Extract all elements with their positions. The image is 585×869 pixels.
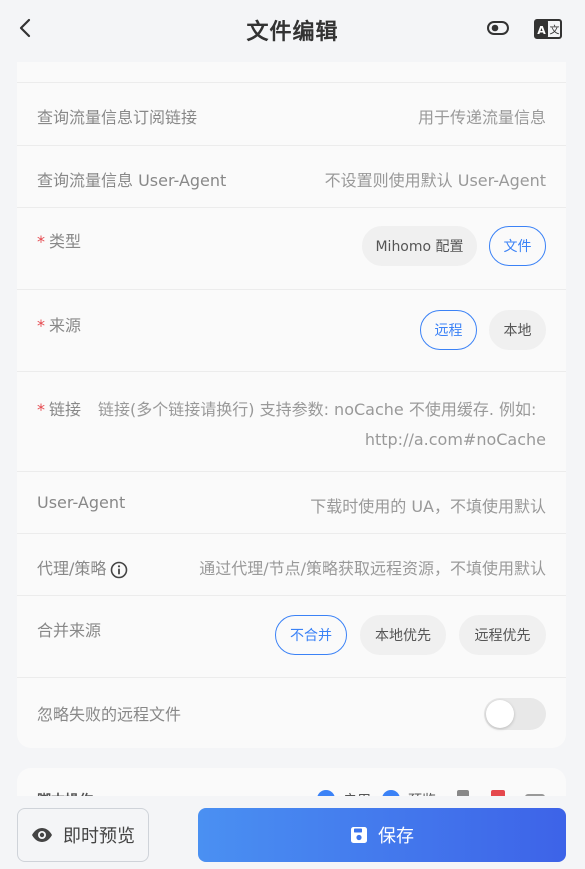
link-label-text: 链接	[49, 400, 82, 419]
merge-row: 合并来源 不合并 本地优先 远程优先	[17, 595, 566, 678]
merge-option-none[interactable]: 不合并	[275, 615, 347, 655]
merge-option-remote-first[interactable]: 远程优先	[459, 615, 546, 655]
type-label: * 类型	[37, 228, 81, 252]
save-button[interactable]: 保存	[198, 808, 566, 862]
type-option-file[interactable]: 文件	[489, 226, 546, 266]
save-label: 保存	[378, 826, 414, 847]
proxy-row[interactable]: 代理/策略 通过代理/节点/策略获取远程资源，不填使用默认	[17, 533, 566, 596]
ignore-fail-switch[interactable]	[484, 698, 546, 730]
proxy-input[interactable]: 通过代理/节点/策略获取远程资源，不填使用默认	[199, 555, 546, 579]
source-option-remote[interactable]: 远程	[420, 310, 477, 350]
sub-ua-input[interactable]: 不设置则使用默认 User-Agent	[325, 167, 546, 191]
form-card: 查询流量信息订阅链接 用于传递流量信息 查询流量信息 User-Agent 不设…	[17, 62, 566, 748]
header: 文件编辑 A 文	[0, 0, 585, 62]
type-option-mihomo[interactable]: Mihomo 配置	[362, 226, 477, 266]
svg-text:A: A	[537, 24, 546, 37]
merge-label: 合并来源	[37, 621, 102, 640]
required-mark: *	[37, 232, 45, 251]
switch-knob	[486, 700, 514, 728]
ua-label: User-Agent	[37, 493, 126, 512]
type-row: * 类型 Mihomo 配置 文件	[17, 207, 566, 290]
source-option-local[interactable]: 本地	[489, 310, 546, 350]
proxy-label-text: 代理/策略	[37, 559, 107, 578]
bottom-action-bar: 即时预览 保存	[0, 796, 585, 869]
save-icon	[351, 827, 367, 843]
link-row: * 链接 链接(多个链接请换行) 支持参数: noCache 不使用缓存. 例如:…	[17, 371, 566, 472]
ignore-fail-label: 忽略失败的远程文件	[37, 705, 182, 724]
link-placeholder-line2: http://a.com#noCache	[364, 430, 546, 449]
ua-row[interactable]: User-Agent 下载时使用的 UA，不填使用默认	[17, 471, 566, 534]
sub-ua-label: 查询流量信息 User-Agent	[37, 171, 227, 190]
source-label-text: 来源	[49, 316, 82, 335]
eye-icon	[32, 828, 52, 842]
ignore-fail-row: 忽略失败的远程文件	[17, 677, 566, 749]
info-icon[interactable]	[110, 561, 128, 579]
source-label: * 来源	[37, 312, 81, 336]
proxy-label: 代理/策略	[37, 555, 128, 579]
source-row: * 来源 远程 本地	[17, 289, 566, 372]
link-placeholder-line1: 链接(多个链接请换行) 支持参数: noCache 不使用缓存. 例如:	[98, 400, 537, 419]
link-label: * 链接	[37, 396, 81, 420]
sub-ua-row[interactable]: 查询流量信息 User-Agent 不设置则使用默认 User-Agent	[17, 145, 566, 208]
merge-option-local-first[interactable]: 本地优先	[360, 615, 446, 655]
type-label-text: 类型	[49, 232, 82, 251]
ua-input[interactable]: 下载时使用的 UA，不填使用默认	[310, 493, 546, 517]
instant-preview-label: 即时预览	[63, 826, 135, 847]
svg-text:文: 文	[550, 24, 560, 37]
link-textarea[interactable]: 链接(多个链接请换行) 支持参数: noCache 不使用缓存. 例如: htt…	[98, 396, 546, 456]
required-mark: *	[37, 400, 45, 419]
required-mark: *	[37, 316, 45, 335]
toggle-icon[interactable]	[487, 20, 509, 36]
translate-icon[interactable]: A 文	[534, 19, 562, 39]
sub-link-input[interactable]: 用于传递流量信息	[418, 104, 546, 128]
sub-link-label: 查询流量信息订阅链接	[37, 108, 198, 127]
instant-preview-button[interactable]: 即时预览	[17, 808, 149, 862]
sub-link-row[interactable]: 查询流量信息订阅链接 用于传递流量信息	[17, 82, 566, 145]
